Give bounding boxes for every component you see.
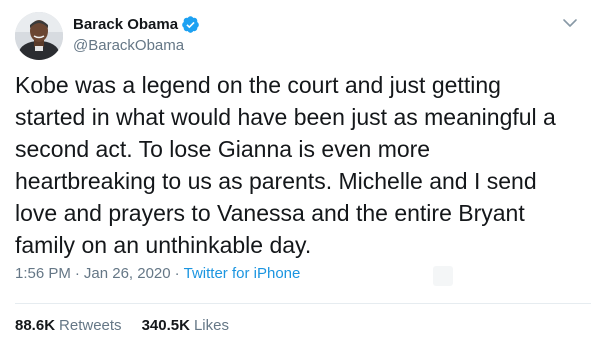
tweet-card: Barack Obama @BarackObama Kobe was a leg… (0, 0, 591, 346)
avatar[interactable] (15, 12, 63, 60)
stats-divider (15, 303, 591, 304)
retweets-count: 88.6K (15, 317, 56, 334)
handle[interactable]: @BarackObama (73, 38, 200, 53)
display-name[interactable]: Barack Obama (73, 17, 178, 32)
tweet-text: Kobe was a legend on the court and just … (15, 72, 556, 258)
tweet-time[interactable]: 1:56 PM (15, 265, 71, 282)
tweet-stats: 88.6K Retweets 340.5K Likes (15, 316, 249, 336)
meta-separator: · (174, 265, 180, 282)
tweet-source-link[interactable]: Twitter for iPhone (184, 265, 301, 282)
chevron-down-icon[interactable] (561, 14, 579, 32)
name-row: Barack Obama (73, 14, 200, 34)
meta-separator: · (74, 265, 80, 282)
retweets-stat[interactable]: 88.6K Retweets (15, 316, 122, 336)
likes-count: 340.5K (141, 317, 190, 334)
retweets-label: Retweets (59, 317, 122, 334)
author-block: Barack Obama @BarackObama (73, 14, 200, 53)
placeholder-badge (433, 266, 453, 286)
verified-badge-icon (181, 15, 200, 34)
tweet-date[interactable]: Jan 26, 2020 (84, 265, 171, 282)
avatar-image (15, 12, 63, 60)
likes-stat[interactable]: 340.5K Likes (142, 316, 229, 336)
likes-label: Likes (193, 317, 229, 334)
tweet-meta: 1:56 PM · Jan 26, 2020 · Twitter for iPhone (15, 264, 300, 284)
